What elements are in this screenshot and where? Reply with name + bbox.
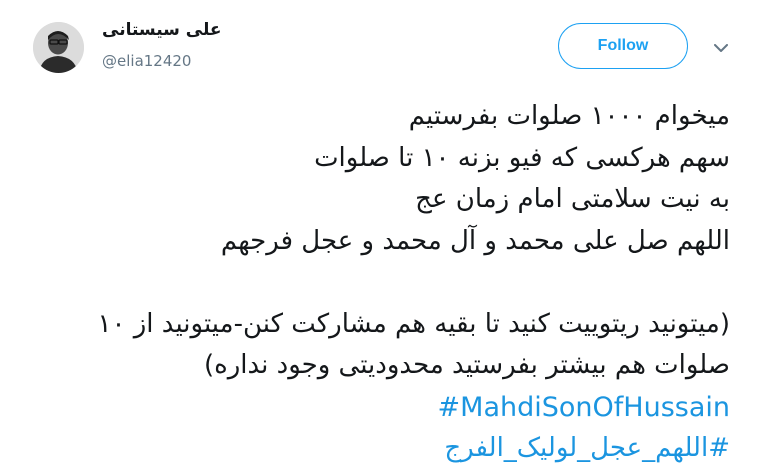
tweet-line: سهم هرکسی که فیو بزنه ۱۰ تا صلوات [314, 142, 730, 173]
hashtag-link[interactable]: #MahdiSonOfHussain [30, 387, 730, 429]
tweet-line: اللهم صل علی محمد و آل محمد و عجل فرجهم [220, 225, 730, 256]
tweet-line: صلوات هم بیشتر بفرستید محدودیتی وجود ندا… [203, 350, 730, 380]
tweet-line: به نیت سلامتی امام زمان عج [415, 184, 730, 214]
user-display-name[interactable]: علی سیستانی [102, 20, 222, 40]
chevron-down-icon[interactable] [711, 38, 731, 58]
tweet-line: میخوام ۱۰۰۰ صلوات بفرستیم [408, 101, 730, 131]
follow-button[interactable]: Follow [558, 23, 688, 69]
user-handle[interactable]: @elia12420 [102, 52, 191, 70]
tweet-line: (میتونید ریتوییت کنید تا بقیه هم مشارکت … [97, 308, 730, 339]
hashtag-link[interactable]: #اللهم_عجل_لولیک_الفرج [30, 428, 730, 470]
avatar[interactable] [33, 22, 84, 73]
tweet-text: میخوام ۱۰۰۰ صلوات بفرستیم سهم هرکسی که ف… [30, 96, 730, 470]
